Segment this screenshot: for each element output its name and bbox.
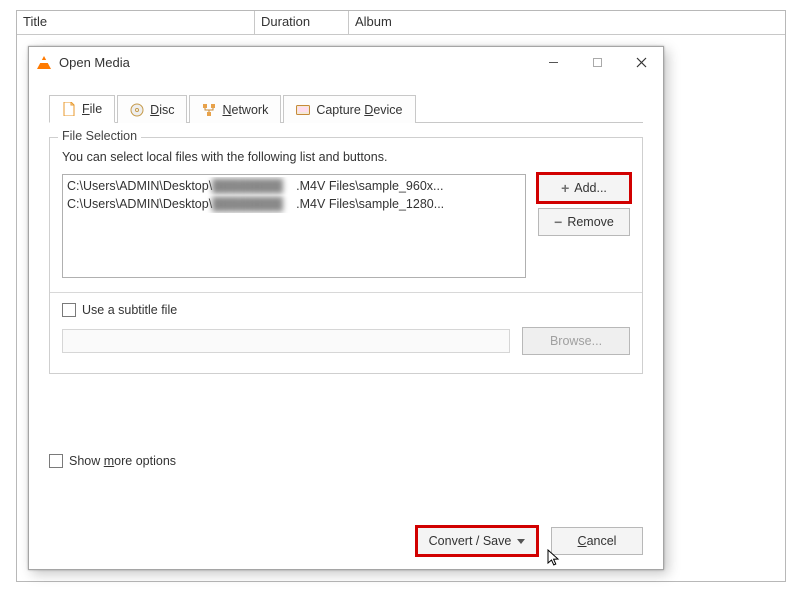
selected-files-list[interactable]: C:\Users\ADMIN\Desktop\████████.M4V File…	[62, 174, 526, 278]
convert-save-button[interactable]: Convert / Save	[417, 527, 537, 555]
convert-save-label: Convert / Save	[429, 534, 512, 548]
remove-file-button[interactable]: − Remove	[538, 208, 630, 236]
add-button-label: Add...	[574, 181, 607, 195]
add-file-button[interactable]: + Add...	[538, 174, 630, 202]
close-button[interactable]	[619, 47, 663, 77]
tab-capture[interactable]: Capture Device	[283, 95, 415, 123]
dialog-titlebar[interactable]: Open Media	[29, 47, 663, 77]
disc-icon	[130, 103, 144, 117]
minimize-icon	[548, 57, 559, 68]
tab-network-label: Network	[222, 103, 268, 117]
file-selection-hint: You can select local files with the foll…	[62, 150, 630, 164]
minimize-button[interactable]	[531, 47, 575, 77]
tab-file-label: File	[82, 102, 102, 116]
show-more-options-row[interactable]: Show more options	[49, 454, 643, 468]
maximize-button[interactable]	[575, 47, 619, 77]
remove-button-label: Remove	[567, 215, 614, 229]
cancel-button-label: Cancel	[578, 534, 617, 548]
playlist-header: Title Duration Album	[17, 11, 785, 35]
media-source-tabs: File Disc Network Capture Device	[49, 95, 643, 123]
dialog-title: Open Media	[59, 55, 130, 70]
show-more-label: Show more options	[69, 454, 176, 468]
dialog-body: File Disc Network Capture Device	[29, 77, 663, 480]
divider	[50, 292, 642, 293]
file-selection-legend: File Selection	[58, 129, 141, 143]
tab-disc-label: Disc	[150, 103, 174, 117]
list-item[interactable]: C:\Users\ADMIN\Desktop\████████.M4V File…	[67, 177, 521, 195]
network-icon	[202, 103, 216, 117]
column-album[interactable]: Album	[349, 11, 785, 34]
vlc-cone-icon	[37, 56, 51, 69]
use-subtitle-row[interactable]: Use a subtitle file	[62, 303, 630, 317]
use-subtitle-label: Use a subtitle file	[82, 303, 177, 317]
capture-icon	[296, 103, 310, 117]
tab-network[interactable]: Network	[189, 95, 281, 123]
plus-icon: +	[561, 181, 569, 195]
list-item[interactable]: C:\Users\ADMIN\Desktop\████████.M4V File…	[67, 195, 521, 213]
window-controls	[531, 47, 663, 77]
browse-button-label: Browse...	[550, 334, 602, 348]
file-icon	[62, 102, 76, 116]
maximize-icon	[592, 57, 603, 68]
dialog-actions: Convert / Save Cancel	[417, 527, 643, 555]
file-selection-group: File Selection You can select local file…	[49, 137, 643, 374]
browse-subtitle-button: Browse...	[522, 327, 630, 355]
tab-file[interactable]: File	[49, 95, 115, 123]
cancel-button[interactable]: Cancel	[551, 527, 643, 555]
tab-capture-label: Capture Device	[316, 103, 402, 117]
show-more-checkbox[interactable]	[49, 454, 63, 468]
column-title[interactable]: Title	[17, 11, 255, 34]
tab-disc[interactable]: Disc	[117, 95, 187, 123]
close-icon	[636, 57, 647, 68]
subtitle-path-input	[62, 329, 510, 353]
open-media-dialog: Open Media File	[28, 46, 664, 570]
minus-icon: −	[554, 215, 562, 229]
use-subtitle-checkbox[interactable]	[62, 303, 76, 317]
column-duration[interactable]: Duration	[255, 11, 349, 34]
dropdown-caret-icon[interactable]	[517, 534, 525, 548]
